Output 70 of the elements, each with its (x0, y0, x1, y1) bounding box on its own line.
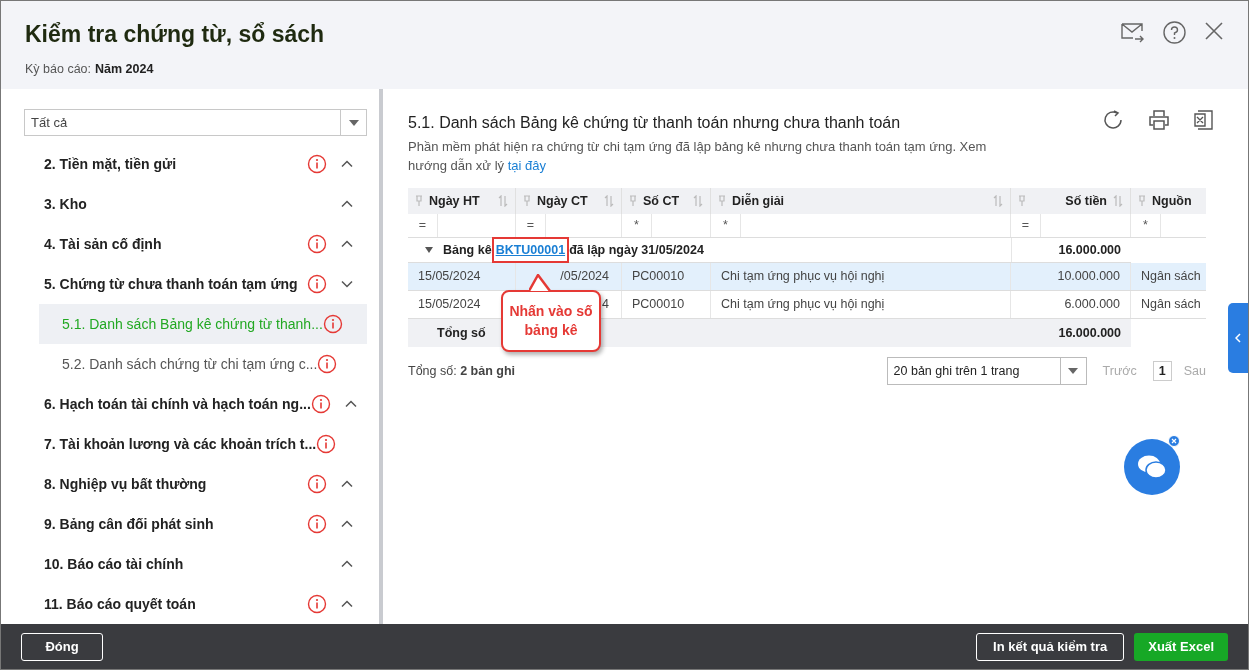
callout-tooltip: Nhấn vào số bảng kê (501, 290, 601, 352)
chevron-up-icon[interactable] (341, 240, 353, 248)
sidebar-item[interactable]: 9. Bảng cân đối phát sinh (24, 504, 367, 544)
group-date: đã lập ngày 31/05/2024 (569, 241, 704, 259)
sidebar-item[interactable]: 7. Tài khoản lương và các khoản trích t... (24, 424, 367, 464)
sidebar-item[interactable]: 10. Báo cáo tài chính (24, 544, 367, 584)
mail-forward-icon[interactable] (1121, 21, 1145, 43)
chevron-up-icon[interactable] (341, 160, 353, 168)
chevron-up-icon[interactable] (341, 480, 353, 488)
dismiss-icon[interactable] (1168, 435, 1180, 447)
table-cell: Ngân sách (1131, 263, 1206, 290)
page-number[interactable]: 1 (1152, 361, 1172, 381)
chevron-up-icon[interactable] (341, 560, 353, 568)
period-label: Kỳ báo cáo: (25, 60, 91, 78)
spreadsheet-icon[interactable] (1194, 109, 1214, 131)
sidebar-item[interactable]: 2. Tiền mặt, tiền gửi (24, 144, 367, 184)
page-size-dropdown[interactable]: 20 bản ghi trên 1 trang (886, 357, 1087, 385)
filter-operator[interactable]: * (711, 214, 741, 237)
caret-icon (348, 119, 359, 126)
table-cell: 10.000.000 (1011, 263, 1131, 290)
sidebar-item[interactable]: 4. Tài sản cố định (24, 224, 367, 264)
table-cell: Ngân sách (1131, 291, 1206, 318)
sidebar-item[interactable]: 5. Chứng từ chưa thanh toán tạm ứng (24, 264, 367, 304)
side-panel-tab[interactable] (1228, 303, 1248, 373)
description-text: Phần mềm phát hiện ra chứng từ chi tạm ứng đã lập bảng kê nhưng chưa thanh toán tạm ứng. Xem hướng dẫn xử lý tại đây (408, 138, 988, 175)
record-count: Tổng số: 2 bản ghi (408, 362, 516, 380)
close-icon[interactable] (1204, 21, 1224, 41)
group-label: Bảng kê (443, 241, 492, 259)
group-amount: 16.000.000 (1011, 238, 1131, 262)
print-icon[interactable] (1148, 109, 1170, 131)
table-cell: PC00010 (622, 263, 711, 290)
dialog-title: Kiểm tra chứng từ, sổ sách (25, 20, 325, 49)
section-title: 5.1. Danh sách Bảng kê chứng từ thanh toán nhưng chưa thanh toán (408, 113, 901, 133)
statement-link[interactable]: BKTU00001 (495, 240, 566, 260)
chevron-up-icon[interactable] (341, 600, 353, 608)
column-header[interactable]: Nguồn (1131, 188, 1206, 214)
table-row[interactable]: 15/05/2024 /05/2024 PC00010 Chi tạm ứng phục vụ hội nghị 10.000.000 Ngân sách (408, 263, 1206, 291)
period-value: Năm 2024 (95, 60, 154, 78)
sidebar-item[interactable]: 3. Kho (24, 184, 367, 224)
sidebar-item[interactable]: 8. Nghiệp vụ bất thường (24, 464, 367, 504)
print-results-button[interactable]: In kết quả kiểm tra (976, 632, 1125, 661)
help-icon[interactable] (1163, 21, 1186, 44)
table-cell: 6.000.000 (1011, 291, 1131, 318)
close-button[interactable]: Đóng (21, 632, 103, 661)
sidebar-item[interactable]: 6. Hạch toán tài chính và hạch toán ng... (24, 384, 367, 424)
filter-operator[interactable]: = (408, 214, 438, 237)
chat-icon (1137, 454, 1167, 480)
filter-operator[interactable]: * (1131, 214, 1161, 237)
callout-pointer (529, 274, 551, 292)
table-cell: PC00010 (622, 291, 711, 318)
table-cell: Chi tạm ứng phục vụ hội nghị (711, 263, 1011, 290)
filter-operator[interactable]: * (622, 214, 652, 237)
filter-operator[interactable]: = (516, 214, 546, 237)
guide-link[interactable]: tại đây (507, 158, 546, 173)
filter-operator[interactable]: = (1011, 214, 1041, 237)
collapse-icon[interactable] (425, 247, 433, 253)
caret-icon (1068, 368, 1079, 374)
chat-button[interactable] (1124, 439, 1180, 495)
chevron-down-icon[interactable] (341, 280, 353, 288)
total-amount: 16.000.000 (1057, 324, 1122, 342)
sidebar-subitem[interactable]: 5.2. Danh sách chứng từ chi tạm ứng c... (39, 344, 367, 384)
refresh-icon[interactable] (1102, 109, 1124, 131)
chevron-left-icon (1235, 333, 1241, 343)
chevron-up-icon[interactable] (341, 520, 353, 528)
table-cell: Chi tạm ứng phục vụ hội nghị (711, 291, 1011, 318)
filter-dropdown[interactable]: Tất cả (24, 109, 367, 136)
total-label: Tổng số (437, 324, 486, 342)
chevron-up-icon[interactable] (341, 200, 353, 208)
chevron-up-icon[interactable] (344, 400, 357, 408)
sidebar-item[interactable]: 11. Báo cáo quyết toán (24, 584, 367, 624)
